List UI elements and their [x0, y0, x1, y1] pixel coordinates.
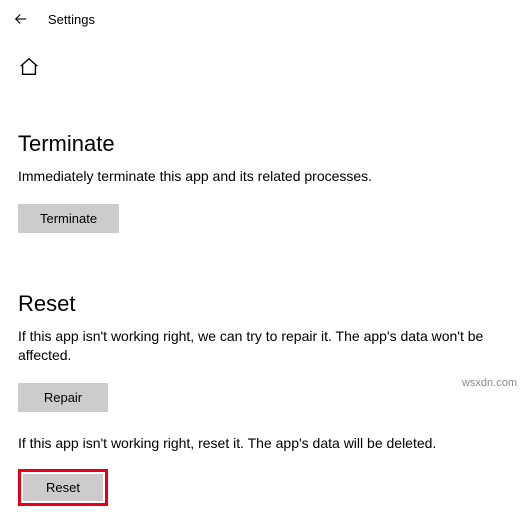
header-bar: Settings [0, 0, 523, 38]
content-area: Terminate Immediately terminate this app… [0, 131, 523, 506]
page-title: Settings [48, 12, 95, 27]
reset-button-highlight: Reset [18, 469, 108, 506]
repair-description: If this app isn't working right, we can … [18, 327, 488, 365]
reset-section: Reset If this app isn't working right, w… [18, 291, 505, 506]
repair-button[interactable]: Repair [18, 383, 108, 412]
terminate-button[interactable]: Terminate [18, 204, 119, 233]
reset-button[interactable]: Reset [23, 474, 103, 501]
terminate-heading: Terminate [18, 131, 505, 157]
home-icon[interactable] [18, 56, 40, 78]
back-arrow-icon[interactable] [12, 10, 30, 28]
terminate-description: Immediately terminate this app and its r… [18, 167, 488, 186]
home-row [0, 38, 523, 83]
terminate-section: Terminate Immediately terminate this app… [18, 131, 505, 233]
reset-heading: Reset [18, 291, 505, 317]
reset-description: If this app isn't working right, reset i… [18, 434, 488, 453]
watermark-text: wsxdn.com [462, 377, 517, 389]
